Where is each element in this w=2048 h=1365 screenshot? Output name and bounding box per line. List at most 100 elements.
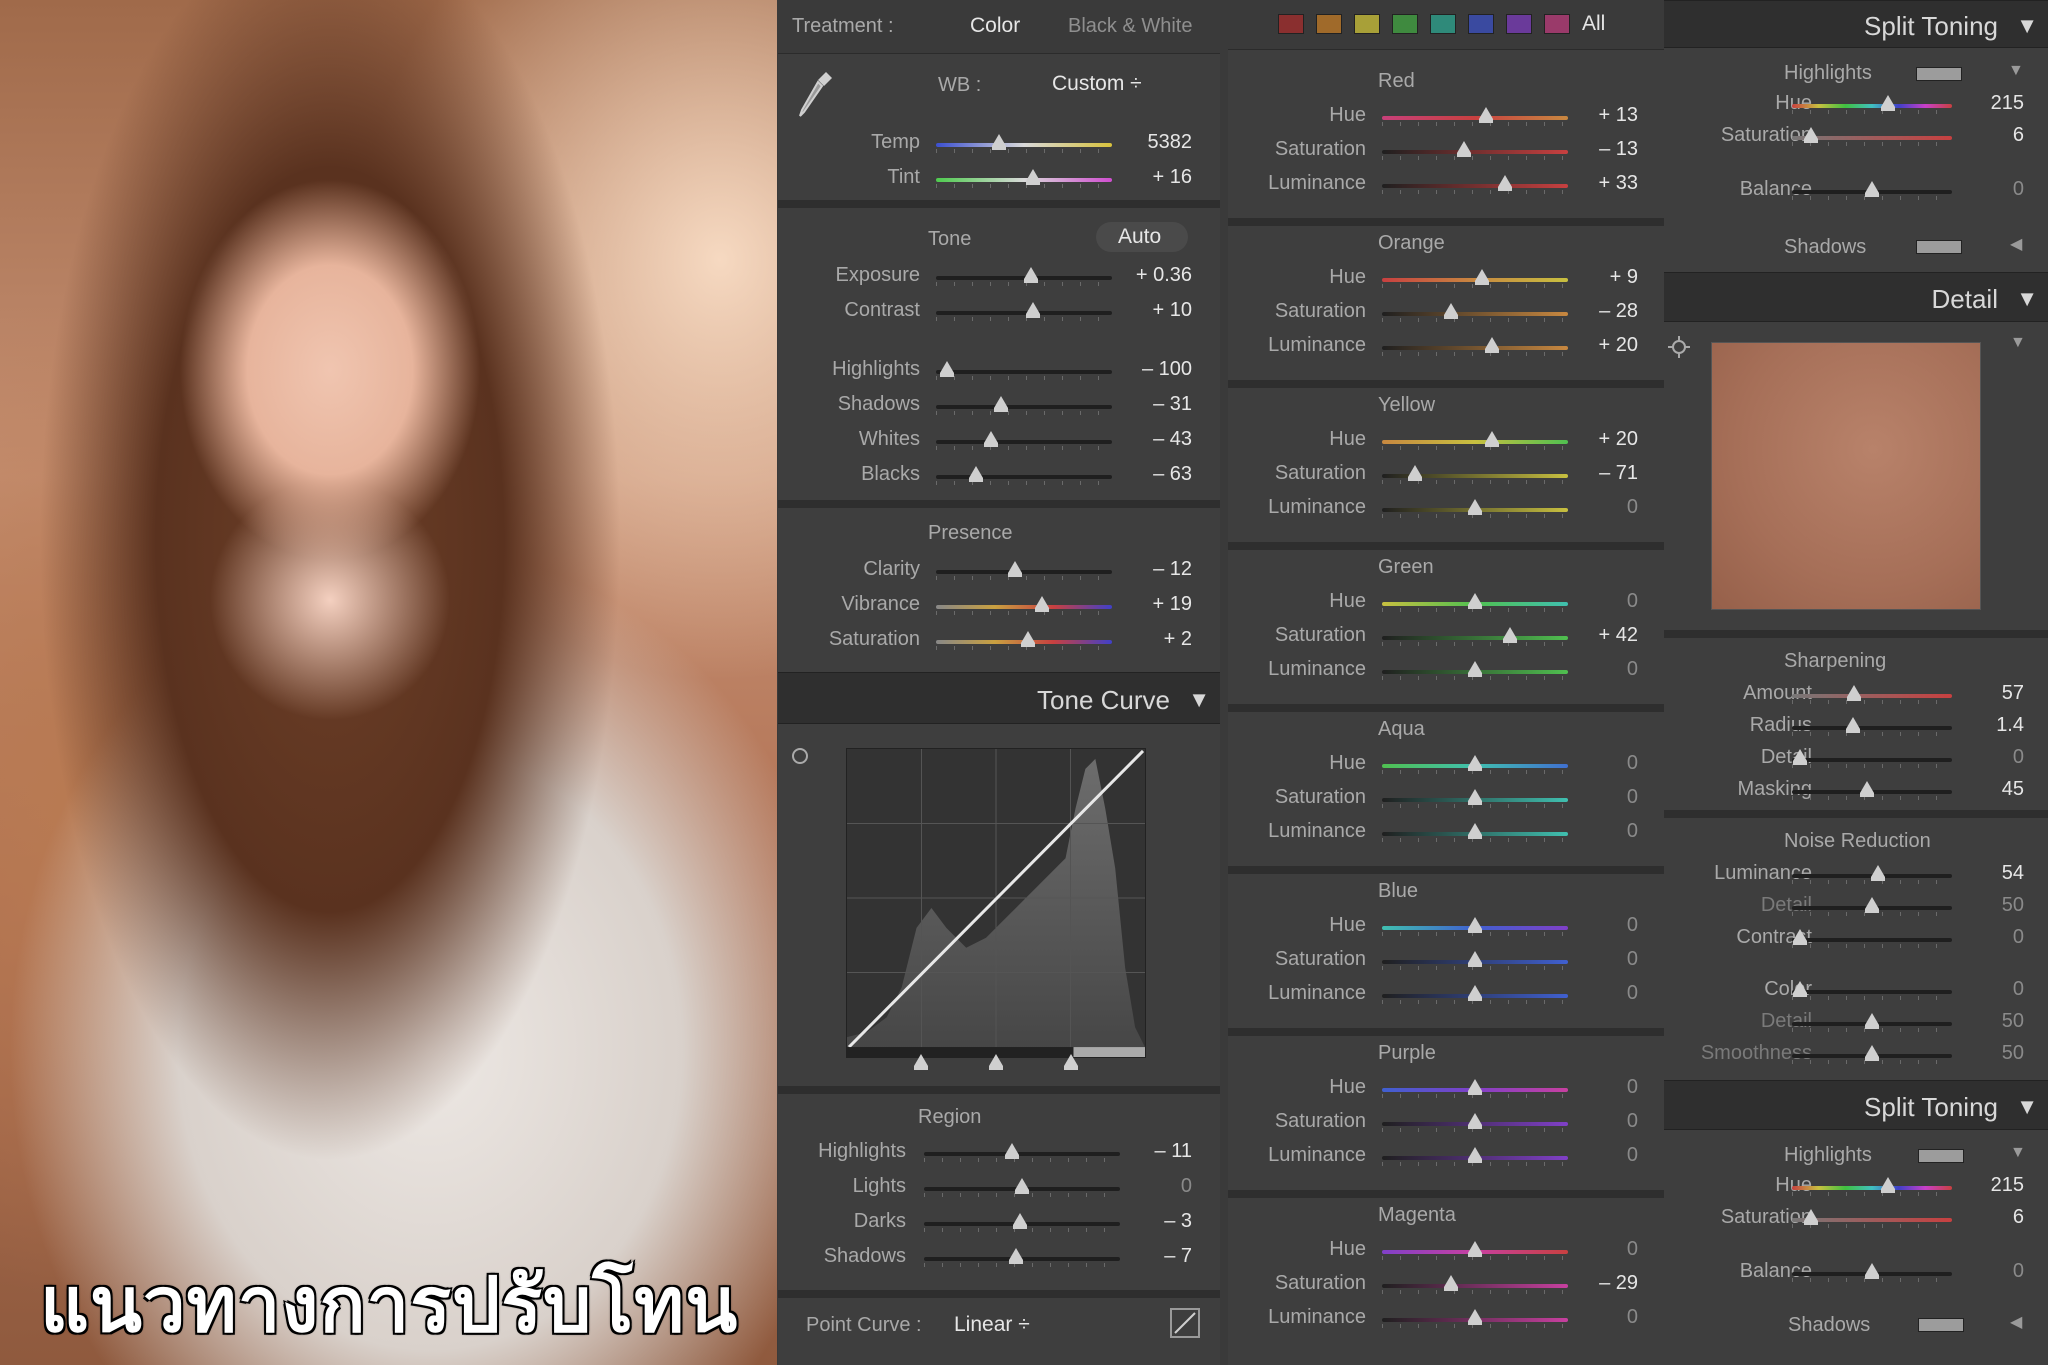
green-hue-value[interactable]: 0: [1627, 590, 1638, 613]
green-hue-thumb[interactable]: [1468, 593, 1482, 609]
highlights-slider[interactable]: [936, 361, 1112, 380]
yellow-sat-thumb[interactable]: [1408, 465, 1423, 481]
disclosure-triangle-left-icon[interactable]: ◀: [2010, 234, 2022, 254]
split-balance-slider[interactable]: [1792, 181, 1952, 200]
crosshair-icon[interactable]: [1668, 336, 1690, 358]
magenta-lum-value[interactable]: 0: [1627, 1306, 1638, 1329]
sharpen-amount-value[interactable]: 57: [2002, 682, 2024, 705]
blacks-thumb[interactable]: [969, 466, 984, 482]
blue-hue-slider[interactable]: [1382, 917, 1568, 936]
split2-hue-slider[interactable]: [1792, 1177, 1952, 1196]
color-swatch[interactable]: [1430, 14, 1456, 34]
green-lum-value[interactable]: 0: [1627, 658, 1638, 681]
red-lum-thumb[interactable]: [1497, 175, 1512, 191]
split-saturation-value[interactable]: 6: [2013, 124, 2024, 147]
magenta-hue-value[interactable]: 0: [1627, 1238, 1638, 1261]
split-saturation-slider[interactable]: [1792, 127, 1952, 146]
sharpen-amount-thumb[interactable]: [1847, 685, 1862, 701]
region-lights-value[interactable]: 0: [1181, 1175, 1192, 1198]
color-swatch[interactable]: [1278, 14, 1304, 34]
vibrance-value[interactable]: + 19: [1153, 593, 1192, 616]
curve-split-thumb[interactable]: [914, 1054, 928, 1070]
aqua-hue-thumb[interactable]: [1468, 755, 1482, 771]
collapse-triangle-icon[interactable]: ▼: [2016, 286, 2038, 312]
region-shadows-slider[interactable]: [924, 1248, 1120, 1267]
aqua-lum-value[interactable]: 0: [1627, 820, 1638, 843]
magenta-sat-slider[interactable]: [1382, 1275, 1568, 1294]
disclosure-triangle-icon[interactable]: ▼: [2010, 1144, 2026, 1162]
blue-hue-thumb[interactable]: [1468, 917, 1482, 933]
red-lum-slider[interactable]: [1382, 175, 1568, 194]
detail-preview[interactable]: [1711, 342, 1981, 610]
magenta-sat-thumb[interactable]: [1443, 1275, 1458, 1291]
highlights-thumb[interactable]: [939, 361, 954, 377]
highlights-value[interactable]: – 100: [1142, 358, 1192, 381]
treatment-color-button[interactable]: Color: [970, 14, 1020, 38]
shadows-slider[interactable]: [936, 396, 1112, 415]
aqua-sat-thumb[interactable]: [1468, 789, 1482, 805]
noise-detail-slider[interactable]: [1792, 897, 1952, 916]
whites-thumb[interactable]: [983, 431, 998, 447]
split-balance-thumb[interactable]: [1865, 181, 1879, 197]
aqua-hue-value[interactable]: 0: [1627, 752, 1638, 775]
split2-saturation-value[interactable]: 6: [2013, 1206, 2024, 1229]
collapse-triangle-icon[interactable]: ▼: [2016, 13, 2038, 39]
yellow-lum-value[interactable]: 0: [1627, 496, 1638, 519]
disclosure-triangle-icon[interactable]: ▼: [2010, 334, 2026, 352]
saturation-slider[interactable]: [936, 631, 1112, 650]
clarity-slider[interactable]: [936, 561, 1112, 580]
yellow-hue-value[interactable]: + 20: [1599, 428, 1638, 451]
temp-value[interactable]: 5382: [1148, 131, 1193, 154]
blue-lum-value[interactable]: 0: [1627, 982, 1638, 1005]
red-hue-slider[interactable]: [1382, 107, 1568, 126]
temp-thumb[interactable]: [992, 134, 1007, 150]
split-saturation-thumb[interactable]: [1804, 127, 1819, 143]
vibrance-slider[interactable]: [936, 596, 1112, 615]
purple-sat-value[interactable]: 0: [1627, 1110, 1638, 1133]
noise-color-slider[interactable]: [1792, 981, 1952, 1000]
eyedropper-icon[interactable]: [796, 68, 836, 124]
noise-smoothness-thumb[interactable]: [1865, 1045, 1879, 1061]
purple-lum-value[interactable]: 0: [1627, 1144, 1638, 1167]
saturation-thumb[interactable]: [1020, 631, 1035, 647]
region-shadows-thumb[interactable]: [1009, 1248, 1024, 1264]
all-colors-button[interactable]: All: [1582, 12, 1605, 36]
orange-hue-slider[interactable]: [1382, 269, 1568, 288]
noise-color-detail-slider[interactable]: [1792, 1013, 1952, 1032]
magenta-sat-value[interactable]: – 29: [1599, 1272, 1638, 1295]
exposure-value[interactable]: + 0.36: [1136, 264, 1192, 287]
tone-curve-graph[interactable]: [846, 748, 1146, 1058]
noise-color-detail-value[interactable]: 50: [2002, 1010, 2024, 1033]
region-lights-thumb[interactable]: [1015, 1178, 1029, 1194]
noise-contrast-slider[interactable]: [1792, 929, 1952, 948]
blue-sat-slider[interactable]: [1382, 951, 1568, 970]
split-hue-value[interactable]: 215: [1991, 92, 2024, 115]
split2-saturation-thumb[interactable]: [1804, 1209, 1819, 1225]
orange-sat-value[interactable]: – 28: [1599, 300, 1638, 323]
shadow-color-chip-2[interactable]: [1918, 1318, 1964, 1332]
highlight-color-chip-2[interactable]: [1918, 1149, 1964, 1163]
exposure-thumb[interactable]: [1024, 267, 1039, 283]
sharpen-radius-value[interactable]: 1.4: [1996, 714, 2024, 737]
red-lum-value[interactable]: + 33: [1599, 172, 1638, 195]
whites-value[interactable]: – 43: [1153, 428, 1192, 451]
split-hue-thumb[interactable]: [1881, 95, 1895, 111]
noise-contrast-value[interactable]: 0: [2013, 926, 2024, 949]
point-curve-select[interactable]: Linear ÷: [954, 1313, 1030, 1337]
whites-slider[interactable]: [936, 431, 1112, 450]
color-swatch[interactable]: [1506, 14, 1532, 34]
red-sat-value[interactable]: – 13: [1599, 138, 1638, 161]
yellow-hue-thumb[interactable]: [1484, 431, 1499, 447]
noise-smoothness-slider[interactable]: [1792, 1045, 1952, 1064]
region-highlights-slider[interactable]: [924, 1143, 1120, 1162]
exposure-slider[interactable]: [936, 267, 1112, 286]
blacks-slider[interactable]: [936, 466, 1112, 485]
vibrance-thumb[interactable]: [1034, 596, 1049, 612]
aqua-lum-slider[interactable]: [1382, 823, 1568, 842]
green-sat-slider[interactable]: [1382, 627, 1568, 646]
yellow-sat-value[interactable]: – 71: [1599, 462, 1638, 485]
saturation-value[interactable]: + 2: [1164, 628, 1192, 651]
target-adjust-icon[interactable]: [792, 748, 808, 764]
tint-slider[interactable]: [936, 169, 1112, 188]
purple-lum-thumb[interactable]: [1468, 1147, 1482, 1163]
